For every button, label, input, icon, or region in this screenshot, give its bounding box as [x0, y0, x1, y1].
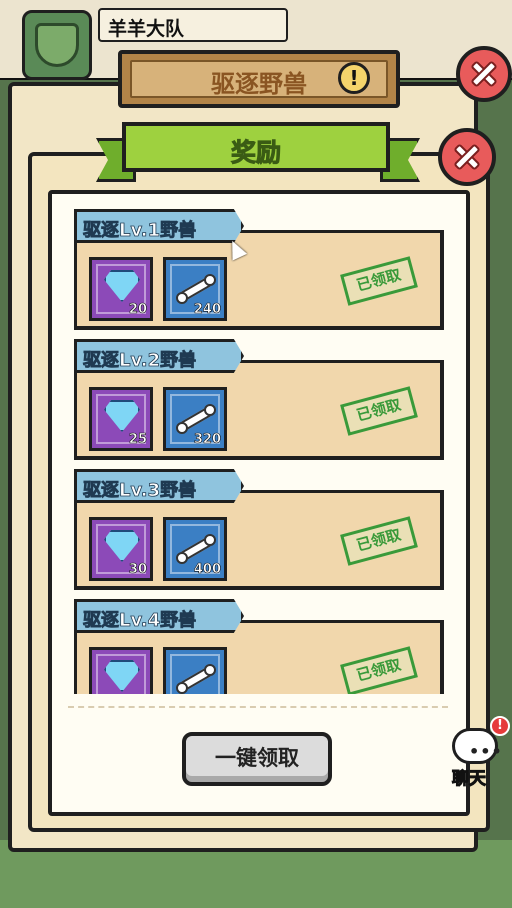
gem-slot[interactable]: 25 [89, 387, 153, 451]
reward-panel-title: 奖励 [230, 138, 281, 168]
chat-icon: ••• [452, 728, 502, 764]
claim-all-button[interactable]: 一键领取 [182, 732, 332, 786]
reward-row-label: 驱逐Lv.4野兽 [83, 610, 197, 632]
reward-title-banner: 奖励 [122, 122, 390, 172]
reward-row-header: 驱逐Lv.3野兽 [74, 469, 244, 503]
bone-slot[interactable] [163, 647, 227, 694]
reward-row-lv1: 驱逐Lv.1野兽 20 240 已领取 [74, 209, 444, 330]
chat-button[interactable]: ••• ! 聊天 [444, 716, 510, 792]
claimed-stamp: 已领取 [340, 256, 418, 306]
bone-quantity: 320 [193, 432, 222, 448]
notification-badge: ! [490, 716, 510, 736]
chat-dots: ••• [469, 742, 503, 761]
bone-quantity: 240 [193, 302, 222, 318]
bone-icon [176, 534, 216, 564]
reward-close-button[interactable] [438, 128, 496, 186]
reward-row-label: 驱逐Lv.1野兽 [83, 220, 197, 242]
gem-quantity: 30 [128, 562, 148, 578]
reward-row-lv4: 驱逐Lv.4野兽 已领取 [74, 599, 444, 694]
bone-slot[interactable]: 240 [163, 257, 227, 321]
bone-icon [176, 664, 216, 694]
reward-row-label: 驱逐Lv.2野兽 [83, 350, 197, 372]
reward-row-lv2: 驱逐Lv.2野兽 25 320 已领取 [74, 339, 444, 460]
gem-slot[interactable]: 30 [89, 517, 153, 581]
gem-quantity: 20 [128, 302, 148, 318]
gem-slot[interactable] [89, 647, 153, 694]
gem-slot[interactable]: 20 [89, 257, 153, 321]
reward-row-label: 驱逐Lv.3野兽 [83, 480, 197, 502]
bone-slot[interactable]: 320 [163, 387, 227, 451]
reward-list[interactable]: 驱逐Lv.1野兽 20 240 已领取 驱逐Lv.2野兽 25 320 已领取 [52, 196, 466, 694]
reward-row-lv3: 驱逐Lv.3野兽 30 400 已领取 [74, 469, 444, 590]
reward-row-header: 驱逐Lv.2野兽 [74, 339, 244, 373]
team-badge-icon [22, 10, 92, 80]
info-icon[interactable]: ! [338, 62, 370, 94]
gem-quantity: 25 [128, 432, 148, 448]
reward-row-header: 驱逐Lv.4野兽 [74, 599, 244, 633]
bone-slot[interactable]: 400 [163, 517, 227, 581]
bone-quantity: 400 [193, 562, 222, 578]
bone-icon [176, 404, 216, 434]
claimed-stamp: 已领取 [340, 516, 418, 566]
outer-close-button[interactable] [456, 46, 512, 102]
divider [68, 706, 448, 708]
chat-label: 聊天 [452, 769, 487, 790]
claimed-stamp: 已领取 [340, 386, 418, 436]
team-name: 羊羊大队 [108, 18, 185, 40]
bone-icon [176, 274, 216, 304]
team-name-bar: 羊羊大队 [98, 8, 288, 42]
reward-row-header: 驱逐Lv.1野兽 [74, 209, 244, 243]
claimed-stamp: 已领取 [340, 646, 418, 694]
